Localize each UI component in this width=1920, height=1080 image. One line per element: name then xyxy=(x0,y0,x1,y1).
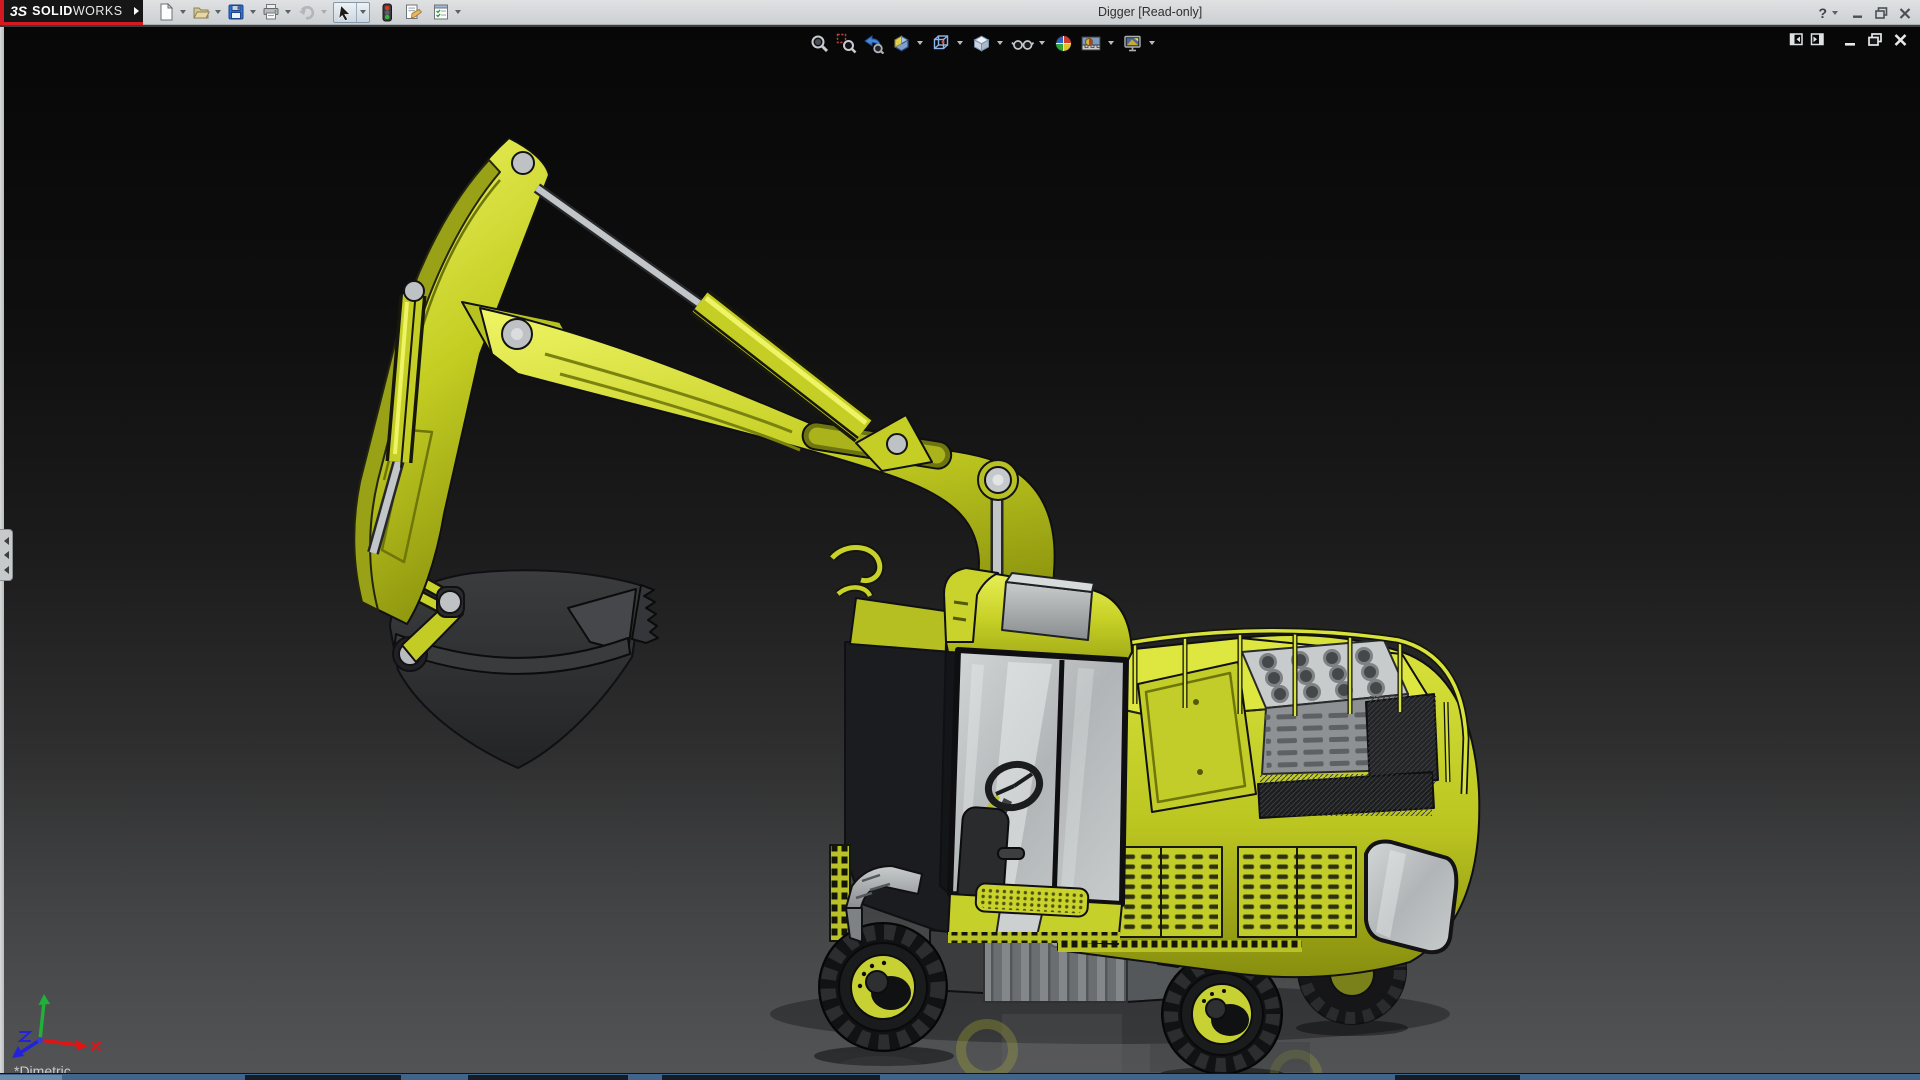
save-button[interactable] xyxy=(225,1,247,24)
doc-close-button[interactable] xyxy=(1893,32,1908,47)
save-floppy-icon xyxy=(228,4,244,20)
zoom-to-area-icon xyxy=(836,33,857,53)
hide-show-items-button[interactable] xyxy=(1008,31,1037,56)
title-bar: 3S SOLID WORKS Digger [Read-only] ? xyxy=(0,0,1920,25)
file-properties-icon xyxy=(405,4,422,19)
previous-view-button[interactable] xyxy=(860,31,888,56)
brand-text-works: WORKS xyxy=(72,3,123,18)
step-grille xyxy=(974,882,1090,918)
feature-pane-collapse-tab[interactable] xyxy=(0,529,13,581)
help-dropdown-arrow[interactable] xyxy=(1832,10,1838,15)
new-document-button[interactable] xyxy=(155,1,177,24)
zoom-to-area-button[interactable] xyxy=(833,31,860,56)
rear-window xyxy=(1364,839,1459,955)
main-toolbar xyxy=(155,0,465,25)
open-dropdown-arrow[interactable] xyxy=(214,10,221,14)
select-dropdown-arrow[interactable] xyxy=(355,2,369,22)
3d-model-digger[interactable] xyxy=(0,27,1920,1080)
cab xyxy=(939,567,1133,945)
view-settings-dropdown-arrow[interactable] xyxy=(1149,41,1155,45)
print-dropdown-arrow[interactable] xyxy=(284,10,291,14)
section-view-button[interactable] xyxy=(888,31,915,56)
appearance-ball-icon xyxy=(1055,35,1072,51)
undo-icon xyxy=(298,6,314,20)
section-view-dropdown-arrow[interactable] xyxy=(917,41,923,45)
apply-scene-icon xyxy=(1081,36,1101,50)
solidworks-logo: 3S SOLID WORKS xyxy=(0,0,143,25)
hide-show-items-dropdown-arrow[interactable] xyxy=(1039,41,1045,45)
restore-button[interactable] xyxy=(1874,6,1889,20)
help-button[interactable]: ? xyxy=(1818,5,1827,21)
brand-text-solid: SOLID xyxy=(32,3,73,18)
view-orientation-cube-icon xyxy=(933,34,949,49)
new-document-icon xyxy=(160,3,173,21)
pane-toggle-right-icon[interactable] xyxy=(1810,32,1825,47)
undo-dropdown-arrow[interactable] xyxy=(320,10,327,14)
view-orientation-button[interactable] xyxy=(928,31,955,56)
view-settings-icon xyxy=(1124,35,1141,51)
graphics-viewport[interactable]: *Dimetric xyxy=(0,25,1920,1080)
ds-logo-mark: 3S xyxy=(10,2,28,19)
traffic-light-icon xyxy=(382,3,392,21)
taskbar-edge[interactable] xyxy=(0,1073,1920,1080)
edit-appearance-button[interactable] xyxy=(1050,31,1077,56)
view-orientation-dropdown-arrow[interactable] xyxy=(957,41,963,45)
undo-button[interactable] xyxy=(295,1,318,24)
print-button[interactable] xyxy=(260,1,282,24)
section-view-icon xyxy=(894,34,909,51)
view-settings-button[interactable] xyxy=(1119,31,1147,56)
document-window-controls xyxy=(1789,32,1908,47)
previous-view-icon xyxy=(864,34,885,54)
heads-up-view-toolbar xyxy=(806,30,1160,56)
file-properties-button[interactable] xyxy=(402,1,425,24)
options-button[interactable] xyxy=(430,1,452,24)
apply-scene-button[interactable] xyxy=(1077,31,1106,56)
display-style-cube-icon xyxy=(973,35,990,52)
pane-toggle-left-icon[interactable] xyxy=(1789,32,1804,47)
zoom-to-fit-button[interactable] xyxy=(806,31,833,56)
options-list-icon xyxy=(433,4,448,20)
rebuild-button[interactable] xyxy=(378,1,396,24)
titlebar-window-controls: ? xyxy=(1818,0,1912,25)
options-dropdown-arrow[interactable] xyxy=(454,10,461,14)
doc-restore-button[interactable] xyxy=(1867,32,1883,47)
open-folder-icon xyxy=(192,7,210,19)
collapse-arrow-icon xyxy=(3,536,9,545)
select-button[interactable] xyxy=(332,1,370,23)
wheel-front-left xyxy=(818,922,948,1052)
printer-icon xyxy=(263,4,279,20)
display-style-button[interactable] xyxy=(968,31,995,56)
document-title: Digger [Read-only] xyxy=(1098,5,1203,19)
eyeglasses-icon xyxy=(1011,39,1034,50)
close-button[interactable] xyxy=(1898,6,1912,20)
doc-minimize-button[interactable] xyxy=(1843,32,1857,47)
collapse-arrow-icon xyxy=(3,565,9,574)
display-style-dropdown-arrow[interactable] xyxy=(997,41,1003,45)
open-document-button[interactable] xyxy=(190,1,212,24)
collapse-arrow-icon xyxy=(3,551,9,559)
menu-expand-arrow-icon[interactable] xyxy=(130,0,143,25)
new-dropdown-arrow[interactable] xyxy=(179,10,186,14)
minimize-button[interactable] xyxy=(1851,6,1865,20)
apply-scene-dropdown-arrow[interactable] xyxy=(1108,41,1114,45)
save-dropdown-arrow[interactable] xyxy=(249,10,256,14)
zoom-to-fit-icon xyxy=(811,35,829,52)
solidworks-window: 3S SOLID WORKS Digger [Read-only] ? *Dim… xyxy=(0,0,1920,1080)
select-cursor-icon xyxy=(337,4,351,21)
